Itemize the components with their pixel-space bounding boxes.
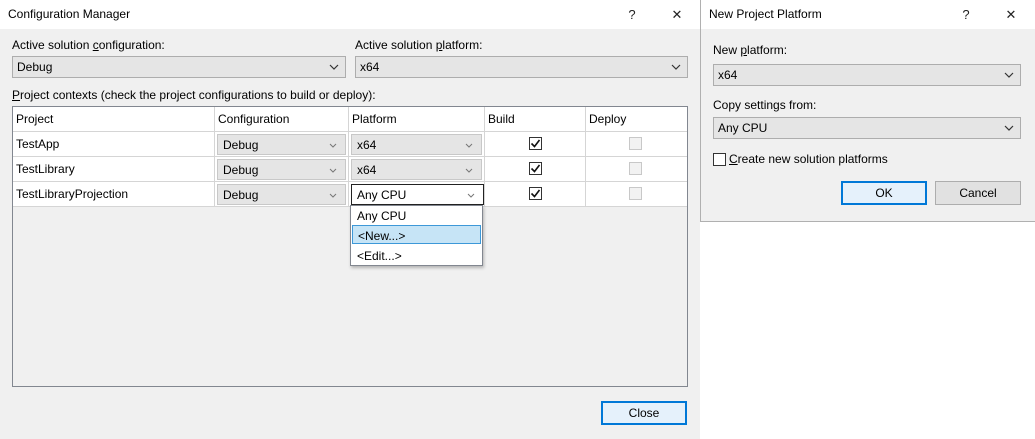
project-contexts-label: Project contexts (check the project conf… bbox=[12, 88, 376, 102]
configuration-cell: Debug bbox=[215, 132, 349, 156]
window-title: Configuration Manager bbox=[8, 7, 131, 21]
close-button[interactable]: Close bbox=[601, 401, 687, 425]
close-icon: ✕ bbox=[671, 6, 683, 22]
platform-dropdown-list: Any CPU <New...> <Edit...> bbox=[350, 205, 483, 266]
copy-settings-select[interactable]: Any CPU bbox=[713, 117, 1021, 139]
build-cell bbox=[485, 182, 586, 206]
dropdown-option-any-cpu[interactable]: Any CPU bbox=[352, 206, 481, 225]
configuration-select[interactable]: Debug bbox=[217, 134, 346, 155]
platform-select[interactable]: x64 bbox=[351, 159, 482, 180]
chevron-down-icon bbox=[329, 168, 337, 173]
table-row: TestApp Debug x64 bbox=[13, 132, 687, 157]
grid-body: Project Configuration Platform Build Dep… bbox=[13, 107, 687, 207]
deploy-cell bbox=[586, 182, 687, 206]
platform-select[interactable]: x64 bbox=[351, 134, 482, 155]
chevron-down-icon bbox=[465, 143, 473, 148]
chevron-down-icon bbox=[329, 64, 339, 70]
help-icon: ? bbox=[628, 7, 636, 22]
platform-cell: x64 bbox=[349, 157, 485, 181]
help-button[interactable]: ? bbox=[946, 0, 986, 29]
header-platform[interactable]: Platform bbox=[349, 107, 485, 131]
chevron-down-icon bbox=[1004, 72, 1014, 78]
configuration-cell: Debug bbox=[215, 157, 349, 181]
close-icon: ✕ bbox=[1005, 6, 1017, 22]
dialog-title: New Project Platform bbox=[709, 7, 822, 21]
chevron-down-icon bbox=[671, 64, 681, 70]
header-deploy[interactable]: Deploy bbox=[586, 107, 687, 131]
dropdown-option-new[interactable]: <New...> bbox=[352, 225, 481, 244]
close-window-button[interactable]: ✕ bbox=[657, 0, 697, 29]
cancel-button[interactable]: Cancel bbox=[935, 181, 1021, 205]
header-build[interactable]: Build bbox=[485, 107, 586, 131]
help-button[interactable]: ? bbox=[612, 0, 652, 29]
create-solution-platforms-checkbox[interactable] bbox=[713, 153, 726, 166]
title-bar: New Project Platform ? ✕ bbox=[701, 0, 1035, 29]
close-dialog-button[interactable]: ✕ bbox=[991, 0, 1031, 29]
project-cell: TestLibrary bbox=[13, 157, 215, 181]
deploy-checkbox[interactable] bbox=[629, 137, 642, 150]
build-checkbox[interactable] bbox=[529, 162, 542, 175]
new-platform-select[interactable]: x64 bbox=[713, 64, 1021, 86]
deploy-checkbox[interactable] bbox=[629, 187, 642, 200]
grid-header-row: Project Configuration Platform Build Dep… bbox=[13, 107, 687, 132]
deploy-cell bbox=[586, 157, 687, 181]
new-project-platform-dialog: New Project Platform ? ✕ New platform: x… bbox=[700, 0, 1035, 222]
copy-settings-value: Any CPU bbox=[718, 121, 768, 135]
table-row: TestLibraryProjection Debug Any CPU bbox=[13, 182, 687, 207]
platform-cell: Any CPU bbox=[349, 182, 485, 206]
copy-settings-label: Copy settings from: bbox=[713, 98, 817, 112]
build-cell bbox=[485, 157, 586, 181]
help-icon: ? bbox=[962, 7, 970, 22]
build-cell bbox=[485, 132, 586, 156]
table-row: TestLibrary Debug x64 bbox=[13, 157, 687, 182]
active-platform-label: Active solution platform: bbox=[355, 38, 483, 52]
new-platform-value: x64 bbox=[718, 68, 738, 82]
project-cell: TestLibraryProjection bbox=[13, 182, 215, 206]
header-project[interactable]: Project bbox=[13, 107, 215, 131]
platform-select-open[interactable]: Any CPU bbox=[351, 184, 484, 205]
configuration-select[interactable]: Debug bbox=[217, 184, 346, 205]
platform-cell: x64 bbox=[349, 132, 485, 156]
deploy-checkbox[interactable] bbox=[629, 162, 642, 175]
active-configuration-value: Debug bbox=[17, 60, 53, 74]
active-configuration-select[interactable]: Debug bbox=[12, 56, 346, 78]
active-platform-value: x64 bbox=[360, 60, 380, 74]
active-configuration-label: Active solution configuration: bbox=[12, 38, 165, 52]
active-platform-select[interactable]: x64 bbox=[355, 56, 688, 78]
dropdown-option-edit[interactable]: <Edit...> bbox=[352, 246, 481, 265]
new-platform-label: New platform: bbox=[713, 43, 788, 57]
configuration-cell: Debug bbox=[215, 182, 349, 206]
project-cell: TestApp bbox=[13, 132, 215, 156]
create-solution-platforms-label: Create new solution platforms bbox=[729, 152, 888, 166]
ok-button[interactable]: OK bbox=[841, 181, 927, 205]
chevron-down-icon bbox=[1004, 125, 1014, 131]
build-checkbox[interactable] bbox=[529, 137, 542, 150]
build-checkbox[interactable] bbox=[529, 187, 542, 200]
chevron-down-icon bbox=[329, 193, 337, 198]
configuration-manager-window: Configuration Manager ? ✕ Active solutio… bbox=[0, 0, 700, 439]
title-bar: Configuration Manager ? ✕ bbox=[0, 0, 700, 29]
chevron-down-icon bbox=[467, 193, 475, 198]
chevron-down-icon bbox=[329, 143, 337, 148]
chevron-down-icon bbox=[465, 168, 473, 173]
configuration-select[interactable]: Debug bbox=[217, 159, 346, 180]
header-configuration[interactable]: Configuration bbox=[215, 107, 349, 131]
deploy-cell bbox=[586, 132, 687, 156]
